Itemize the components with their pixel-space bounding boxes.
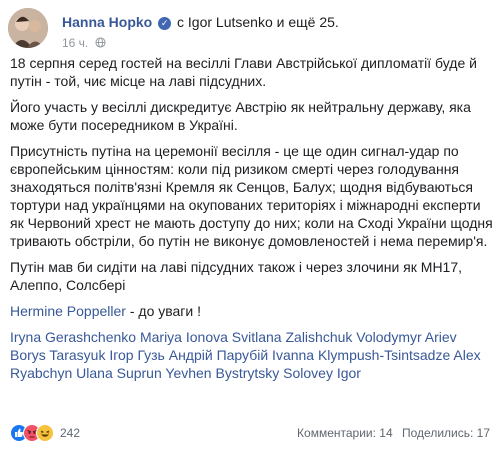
post-paragraph-2: Його участь у весіллі дискредитує Австрі… (10, 99, 471, 133)
avatar[interactable] (8, 8, 48, 48)
globe-icon (95, 37, 106, 48)
reactions-count: 242 (60, 426, 81, 440)
post-meta: 16 ч. (62, 36, 106, 50)
with-prefix: с (177, 14, 185, 30)
mention-link[interactable]: Hermine Poppeller (10, 303, 126, 319)
post-paragraph-3: Присутність путіна на церемонії весілля … (10, 143, 493, 249)
post-header: Hanna Hopko ✓ с Igor Lutsenko и ещё 25. … (8, 5, 492, 50)
tagged-more[interactable]: и ещё 25. (277, 14, 339, 30)
comments-count[interactable]: Комментарии: 14 (297, 426, 393, 440)
mention-suffix: - до уваги ! (125, 303, 202, 319)
post-body: 18 серпня серед гостей на весіллі Глави … (10, 54, 494, 382)
post-time[interactable]: 16 ч. (62, 36, 88, 50)
post-footer: 242 Комментарии: 14 Поделились: 17 (10, 424, 490, 444)
verified-badge-icon: ✓ (158, 17, 172, 30)
post-paragraph-1: 18 серпня серед гостей на весіллі Глави … (10, 55, 477, 89)
author-name[interactable]: Hanna Hopko (62, 14, 152, 30)
tagged-person[interactable]: Igor Lutsenko (188, 14, 273, 30)
post-paragraph-4: Путін мав би сидіти на лаві підсудних та… (10, 259, 463, 293)
shares-count[interactable]: Поделились: 17 (402, 426, 490, 440)
mention-line: Hermine Poppeller - до уваги ! (10, 302, 494, 320)
post-stats: Комментарии: 14 Поделились: 17 (291, 426, 490, 440)
post-author-line: Hanna Hopko ✓ с Igor Lutsenko и ещё 25. (62, 14, 339, 30)
tags-line[interactable]: Iryna Gerashchenko Mariya Ionova Svitlan… (10, 328, 494, 382)
avatar-photo-icon (8, 8, 48, 48)
haha-reaction-icon (36, 424, 54, 442)
